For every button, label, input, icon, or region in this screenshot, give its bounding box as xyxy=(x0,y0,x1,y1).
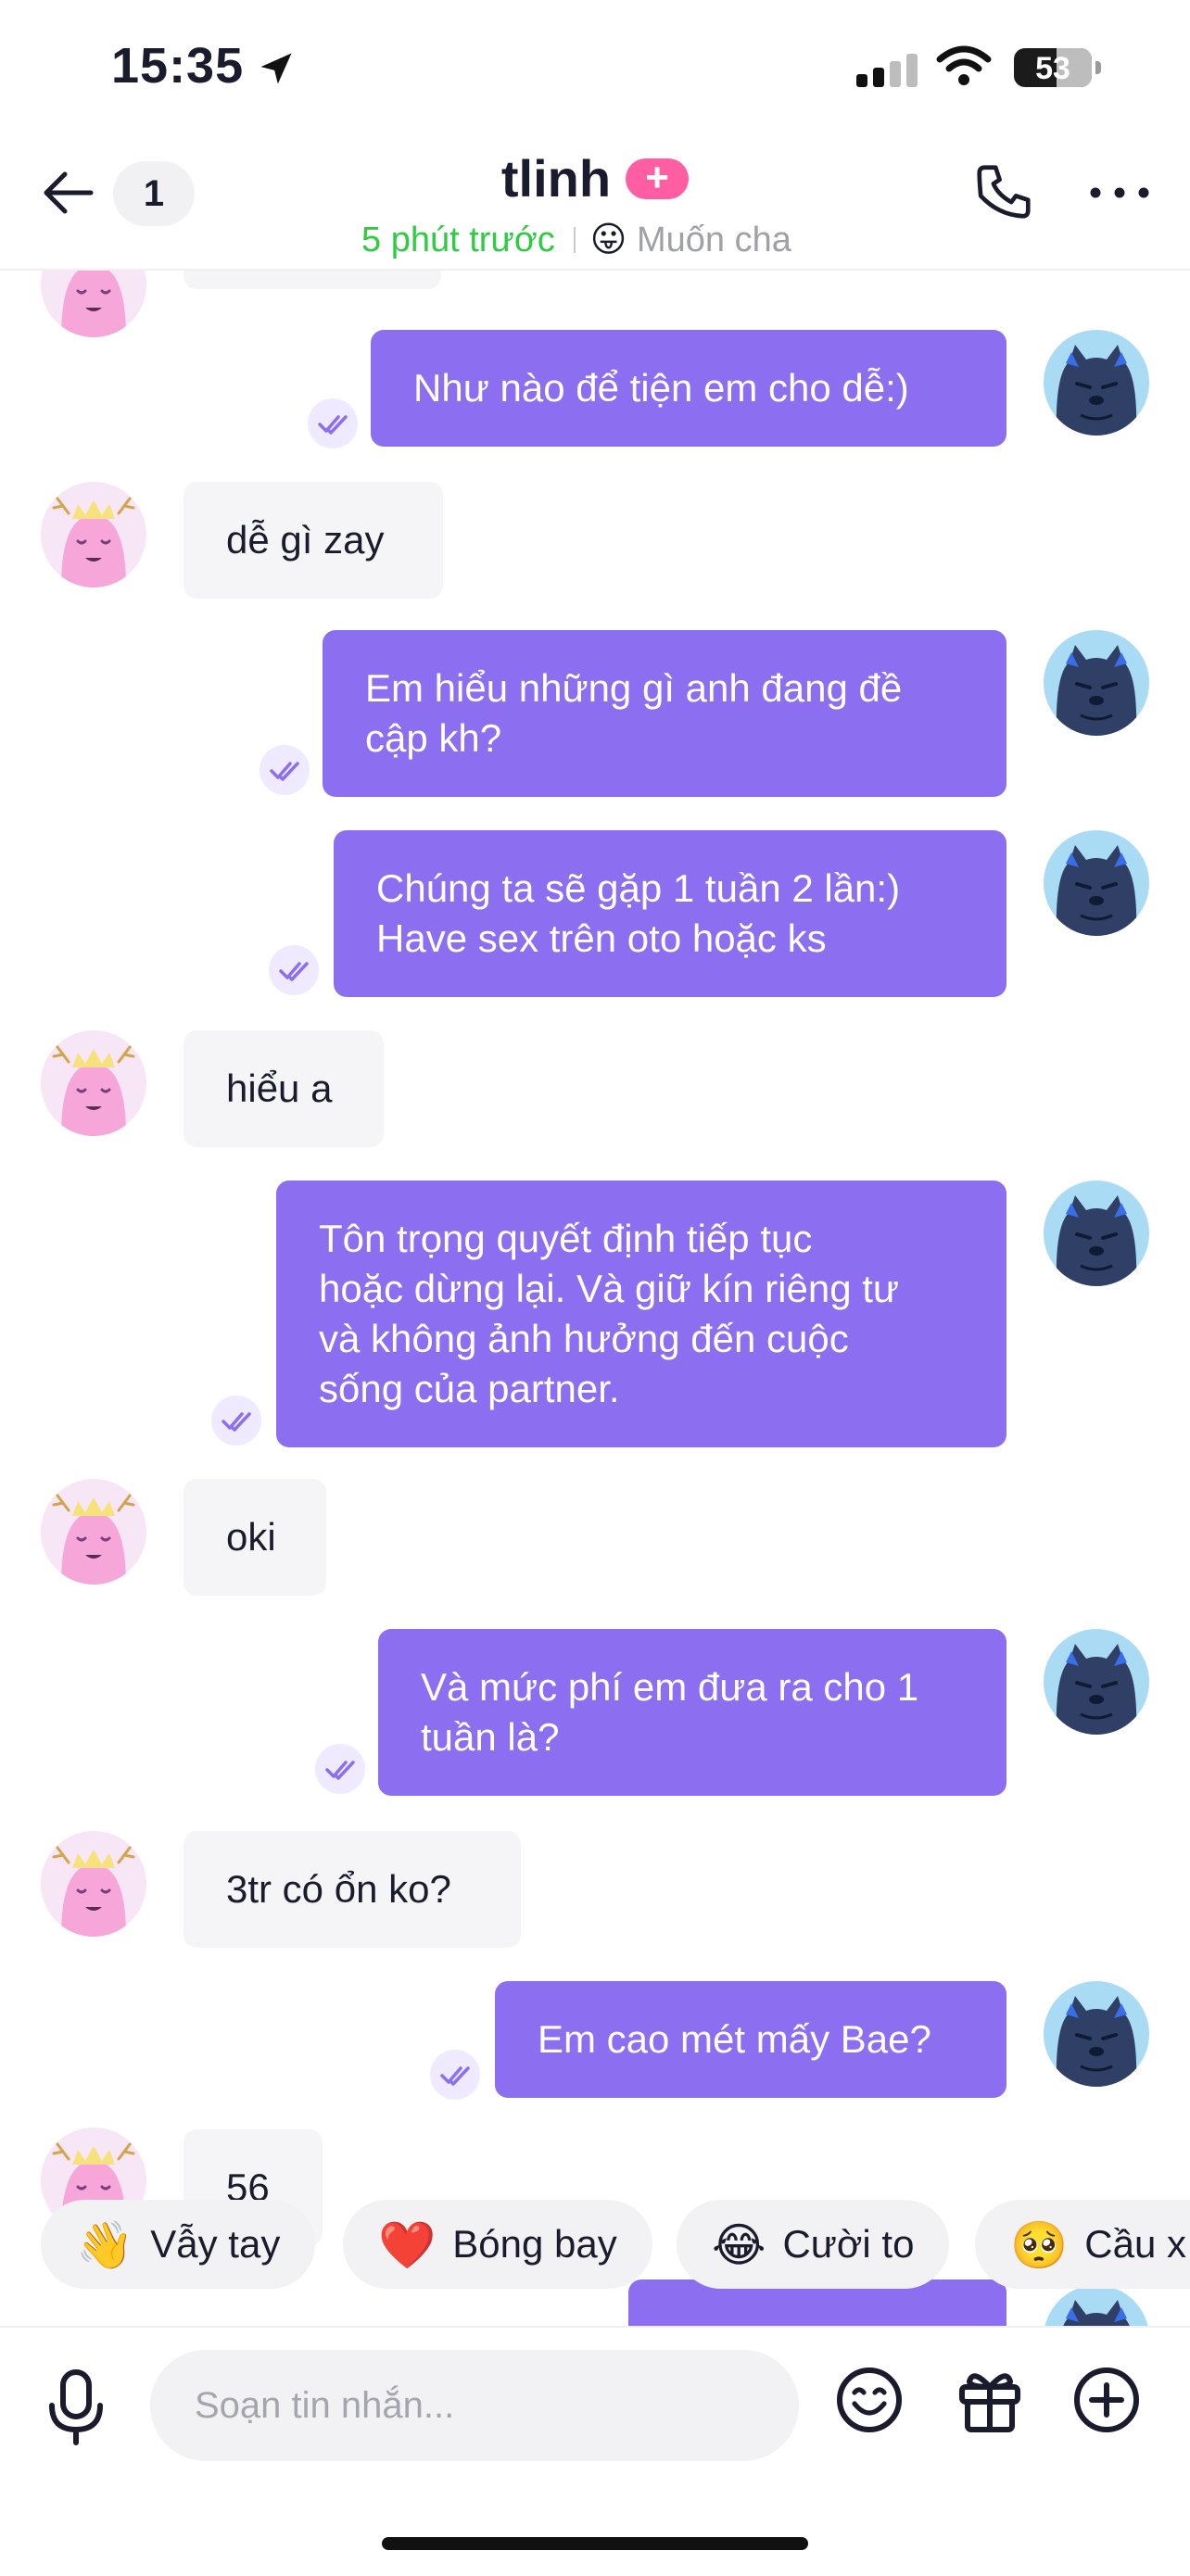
contact-avatar[interactable] xyxy=(41,482,146,587)
message-text: hiểu a xyxy=(226,1067,333,1110)
cellular-signal-icon xyxy=(856,54,918,87)
seen-check-icon xyxy=(211,1395,261,1446)
phone-call-icon[interactable] xyxy=(971,159,1036,224)
microphone-icon[interactable] xyxy=(44,2368,108,2446)
message-text-line: hoặc dừng lại. Và giữ kín riêng tư xyxy=(319,1267,900,1310)
reaction-label: Bóng bay xyxy=(452,2222,617,2266)
message-bubble-partial xyxy=(184,269,441,289)
message-bubble-outgoing[interactable]: Em hiểu những gì anh đang đề cập kh? xyxy=(323,630,1006,797)
reaction-label: Vẫy tay xyxy=(150,2222,281,2266)
contact-name[interactable]: tlinh xyxy=(501,148,611,208)
reaction-chip-wave[interactable]: 👋 Vẫy tay xyxy=(41,2200,316,2289)
last-seen-text: 5 phút trước xyxy=(361,221,555,259)
wave-emoji-icon: 👋 xyxy=(76,2219,134,2271)
contact-avatar[interactable] xyxy=(41,1479,146,1585)
message-list[interactable]: Như nào để tiện em cho dễ:) dễ gì zay Em… xyxy=(0,269,1190,2326)
message-text-line: tuần là? xyxy=(421,1715,560,1759)
more-options-icon[interactable] xyxy=(1090,185,1149,200)
message-bubble-outgoing[interactable]: Tôn trọng quyết định tiếp tục hoặc dừng … xyxy=(276,1181,1006,1447)
message-bubble-outgoing[interactable]: Như nào để tiện em cho dễ:) xyxy=(371,330,1006,447)
message-text-line: Chúng ta sẽ gặp 1 tuần 2 lần:) xyxy=(376,866,901,910)
laugh-emoji-icon: 😂 xyxy=(712,2219,766,2271)
contact-avatar[interactable] xyxy=(41,269,146,337)
reaction-label: Cầu x xyxy=(1084,2222,1186,2266)
message-text: oki xyxy=(226,1515,276,1559)
message-text: Em cao mét mấy Bae? xyxy=(538,2017,931,2061)
battery-level: 53 xyxy=(1035,51,1070,86)
message-bubble-incoming[interactable]: dễ gì zay xyxy=(184,482,443,599)
message-bubble-outgoing[interactable]: Chúng ta sẽ gặp 1 tuần 2 lần:) Have sex … xyxy=(334,830,1006,997)
mood-text: Muốn cha xyxy=(636,221,791,259)
message-text-line: cập kh? xyxy=(365,716,502,760)
message-bubble-outgoing[interactable]: Và mức phí em đưa ra cho 1 tuần là? xyxy=(378,1629,1006,1796)
my-avatar[interactable] xyxy=(1044,630,1149,736)
location-arrow-icon xyxy=(260,53,292,84)
contact-avatar[interactable] xyxy=(41,1831,146,1937)
message-bubble-incoming[interactable]: oki xyxy=(184,1479,326,1596)
reaction-chip-balloon[interactable]: ❤️ Bóng bay xyxy=(343,2200,652,2289)
add-attachment-icon[interactable] xyxy=(1071,2365,1142,2435)
my-avatar[interactable] xyxy=(1044,330,1149,436)
my-avatar[interactable] xyxy=(1044,1629,1149,1735)
my-avatar xyxy=(1044,2285,1149,2326)
heart-emoji-icon: ❤️ xyxy=(378,2219,437,2271)
message-text: Như nào để tiện em cho dễ:) xyxy=(413,366,909,410)
seen-check-icon xyxy=(430,2050,480,2100)
my-avatar[interactable] xyxy=(1044,830,1149,936)
message-text: 3tr có ổn ko? xyxy=(226,1867,451,1911)
message-text-line: Và mức phí em đưa ra cho 1 xyxy=(421,1665,919,1709)
quick-reactions-bar[interactable]: 👋 Vẫy tay ❤️ Bóng bay 😂 Cười to 🥺 Cầu x xyxy=(0,2200,1190,2289)
message-bubble-outgoing[interactable]: Em cao mét mấy Bae? xyxy=(495,1981,1006,2098)
my-avatar[interactable] xyxy=(1044,1981,1149,2087)
seen-check-icon xyxy=(269,945,319,995)
wifi-icon xyxy=(936,45,992,85)
reaction-chip-plead[interactable]: 🥺 Cầu x xyxy=(975,2200,1190,2289)
reaction-chip-laugh[interactable]: 😂 Cười to xyxy=(677,2200,950,2289)
clock: 15:35 xyxy=(111,38,245,94)
plus-badge: + xyxy=(626,157,690,199)
pleading-emoji-icon: 🥺 xyxy=(1010,2219,1069,2271)
status-bar: 15:35 53 xyxy=(0,0,1190,139)
contact-status: 5 phút trước 😛 Muốn cha xyxy=(361,219,834,265)
my-avatar[interactable] xyxy=(1044,1181,1149,1286)
message-text-line: và không ảnh hưởng đến cuộc xyxy=(319,1317,849,1360)
reaction-label: Cười to xyxy=(782,2222,915,2266)
message-text-line: sống của partner. xyxy=(319,1367,620,1410)
gift-icon[interactable] xyxy=(955,2365,1025,2435)
message-text-line: Em hiểu những gì anh đang đề xyxy=(365,666,903,710)
home-indicator xyxy=(382,2537,808,2550)
seen-check-icon xyxy=(315,1744,365,1794)
message-input[interactable]: Soạn tin nhắn... xyxy=(150,2350,799,2461)
chat-header: 1 tlinh + 5 phút trước 😛 Muốn cha xyxy=(0,139,1190,271)
seen-check-icon xyxy=(308,398,358,448)
message-bubble-incoming[interactable]: 3tr có ổn ko? xyxy=(184,1831,521,1948)
battery-indicator: 53 xyxy=(1014,48,1101,87)
contact-avatar[interactable] xyxy=(41,1030,146,1136)
message-text-line: Tôn trọng quyết định tiếp tục xyxy=(319,1217,813,1260)
message-text-line: Have sex trên oto hoặc ks xyxy=(376,916,827,960)
mood-emoji: 😛 xyxy=(589,221,627,259)
seen-check-icon xyxy=(260,745,310,795)
message-text: dễ gì zay xyxy=(226,518,385,562)
message-composer: Soạn tin nhắn... xyxy=(0,2326,1190,2576)
emoji-picker-icon[interactable] xyxy=(834,2365,905,2435)
message-bubble-incoming[interactable]: hiểu a xyxy=(184,1030,384,1147)
